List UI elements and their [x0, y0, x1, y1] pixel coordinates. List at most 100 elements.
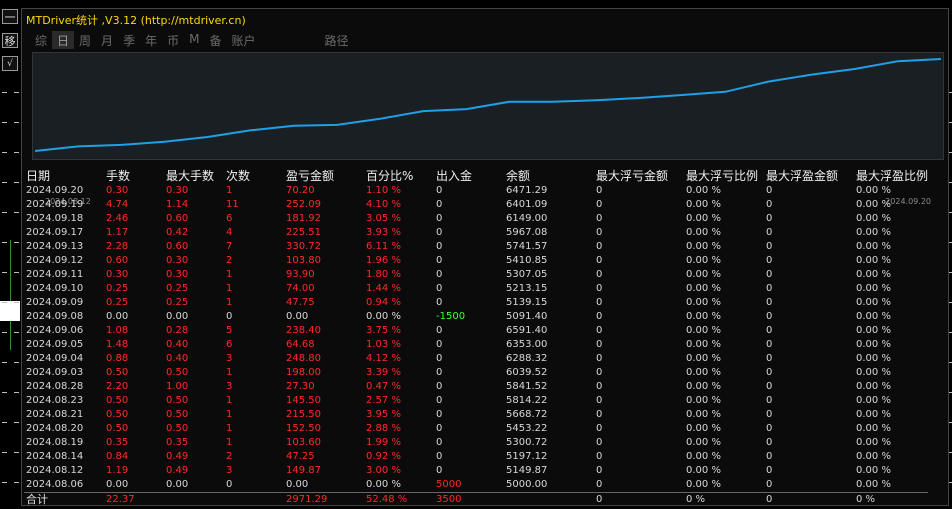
col-header[interactable]: 盈亏金额 — [284, 167, 364, 184]
table-cell: 6471.29 — [506, 185, 548, 196]
table-cell: 70.20 — [286, 185, 315, 196]
table-cell: 5453.22 — [506, 423, 548, 434]
tab-symbol[interactable]: 币 — [162, 31, 184, 49]
tab-month[interactable]: 月 — [96, 31, 118, 49]
tab-magic[interactable]: M — [184, 31, 204, 49]
table-row[interactable]: 2024.09.03 0.50 0.50 1 198.00 3.39 % 0 6039.52 0… — [24, 366, 928, 380]
table-cell: 0 — [766, 185, 773, 196]
period-toolbar: 综 日 周 月 季 年 币 M 备 账户 路径 — [30, 31, 353, 49]
gutter-tick — [14, 182, 19, 183]
table-cell: 2024.09.03 — [26, 367, 84, 378]
table-cell: 0.00 % — [686, 395, 721, 406]
table-cell: 2.20 — [106, 381, 129, 392]
table-cell: 1.96 % — [366, 255, 401, 266]
table-cell: 0.00 % — [686, 479, 721, 490]
table-row[interactable]: 2024.09.04 0.88 0.40 3 248.80 4.12 % 0 6288.32 0… — [24, 352, 928, 366]
table-cell: 2 — [226, 451, 233, 462]
table-row[interactable]: 2024.08.21 0.50 0.50 1 215.50 3.95 % 0 5668.72 0… — [24, 408, 928, 422]
table-cell: 215.50 — [286, 409, 321, 420]
col-header[interactable]: 余额 — [504, 167, 594, 184]
table-cell: 0 — [766, 451, 773, 462]
gutter-tick — [14, 92, 19, 93]
path-button[interactable]: 路径 — [321, 31, 353, 49]
table-cell: 0 — [436, 423, 443, 434]
tab-quarter[interactable]: 季 — [118, 31, 140, 49]
table-cell: 0.00 — [166, 479, 189, 490]
table-cell: 1.03 % — [366, 339, 401, 350]
tab-day[interactable]: 日 — [52, 31, 75, 49]
col-header[interactable]: 次数 — [224, 167, 284, 184]
table-cell: 0.00 % — [366, 311, 401, 322]
table-row[interactable]: 2024.08.28 2.20 1.00 3 27.30 0.47 % 0 5841.52 0 0… — [24, 380, 928, 394]
col-header[interactable]: 最大手数 — [164, 167, 224, 184]
table-row[interactable]: 2024.08.12 1.19 0.49 3 149.87 3.00 % 0 5149.87 0… — [24, 464, 928, 478]
gutter-tick — [2, 122, 7, 123]
table-row[interactable]: 2024.08.14 0.84 0.49 2 47.25 0.92 % 0 5197.12 0 0… — [24, 450, 928, 464]
table-cell: 0 — [766, 479, 773, 490]
table-cell: 0.00 % — [686, 297, 721, 308]
table-cell: 74.00 — [286, 283, 315, 294]
col-header[interactable]: 最大浮盈金额 — [764, 167, 854, 184]
table-cell: 0.00 % — [686, 353, 721, 364]
table-cell: 0 — [596, 353, 603, 364]
table-cell: 1.17 — [106, 227, 129, 238]
table-row[interactable]: 2024.09.05 1.48 0.40 6 64.68 1.03 % 0 6353.00 0 0… — [24, 338, 928, 352]
table-cell: 0.00 % — [856, 227, 891, 238]
tab-year[interactable]: 年 — [140, 31, 162, 49]
table-row[interactable]: 2024.08.06 0.00 0.00 0 0.00 0.00 % 5000 5000.00… — [24, 478, 928, 493]
tab-overview[interactable]: 综 — [30, 31, 52, 49]
table-cell: 0.25 — [166, 297, 189, 308]
check-button[interactable]: √ — [2, 56, 18, 71]
table-row[interactable]: 2024.09.06 1.08 0.28 5 238.40 3.75 % 0 6591.40 0… — [24, 324, 928, 338]
table-cell: 0.00 % — [856, 437, 891, 448]
table-row[interactable]: 2024.09.11 0.30 0.30 1 93.90 1.80 % 0 5307.05 0 0… — [24, 268, 928, 282]
tab-account[interactable]: 账户 — [226, 31, 260, 49]
table-cell: 0.47 % — [366, 381, 401, 392]
table-row[interactable]: 2024.09.18 2.46 0.60 6 181.92 3.05 % 0 6149.00 0… — [24, 212, 928, 226]
table-cell: 0 — [436, 367, 443, 378]
table-row[interactable]: 2024.08.19 0.35 0.35 1 103.60 1.99 % 0 5300.72 0… — [24, 436, 928, 450]
table-cell: 0 — [596, 381, 603, 392]
col-header[interactable]: 出入金 — [434, 167, 504, 184]
table-cell: 0.00 — [166, 311, 189, 322]
col-header[interactable]: 最大浮亏比例 — [684, 167, 764, 184]
table-cell: 0.00 % — [856, 213, 891, 224]
minimize-button[interactable]: 一 — [2, 9, 18, 24]
table-cell: 5300.72 — [506, 437, 548, 448]
table-row[interactable]: 2024.09.12 0.60 0.30 2 103.80 1.96 % 0 5410.85 0… — [24, 254, 928, 268]
table-row[interactable]: 2024.08.23 0.50 0.50 1 145.50 2.57 % 0 5814.22 0… — [24, 394, 928, 408]
table-row[interactable]: 2024.09.19 4.74 1.14 11 252.09 4.10 % 0 6401.09… — [24, 198, 928, 212]
table-row[interactable]: 2024.09.20 0.30 0.30 1 70.20 1.10 % 0 6471.29 0 0… — [24, 184, 928, 198]
table-row[interactable]: 2024.09.13 2.28 0.60 7 330.72 6.11 % 0 5741.57 0… — [24, 240, 928, 254]
table-cell: 2024.09.04 — [26, 353, 84, 364]
col-header[interactable]: 百分比% — [364, 167, 434, 184]
table-cell: 0 — [596, 409, 603, 420]
table-row[interactable]: 2024.09.08 0.00 0.00 0 0.00 0.00 % -1500 5091.4… — [24, 310, 928, 324]
table-cell: 0 — [596, 241, 603, 252]
table-cell: 0.00 % — [686, 213, 721, 224]
table-row[interactable]: 2024.09.10 0.25 0.25 1 74.00 1.44 % 0 5213.15 0 0… — [24, 282, 928, 296]
table-cell: 2024.09.06 — [26, 325, 84, 336]
col-header[interactable]: 日期 — [24, 167, 104, 184]
gutter-tick — [2, 212, 7, 213]
col-header[interactable]: 最大浮盈比例 — [854, 167, 928, 184]
table-cell: 0 — [596, 339, 603, 350]
col-header[interactable]: 手数 — [104, 167, 164, 184]
tab-note[interactable]: 备 — [204, 31, 226, 49]
col-header[interactable]: 最大浮亏金额 — [594, 167, 684, 184]
table-cell: 0.60 — [166, 241, 189, 252]
table-cell: 0 — [766, 297, 773, 308]
left-gutter: 一 移 √ — [0, 0, 20, 509]
tab-week[interactable]: 周 — [74, 31, 96, 49]
table-cell: 5410.85 — [506, 255, 548, 266]
table-cell: 1 — [226, 395, 233, 406]
table-row[interactable]: 2024.09.09 0.25 0.25 1 47.75 0.94 % 0 5139.15 0 0… — [24, 296, 928, 310]
table-cell: 0 — [436, 381, 443, 392]
table-cell: 6 — [226, 339, 233, 350]
table-cell: 0 — [436, 451, 443, 462]
table-cell: 4.10 % — [366, 199, 401, 210]
move-button[interactable]: 移 — [2, 33, 18, 48]
table-cell: 0.00 % — [856, 255, 891, 266]
table-row[interactable]: 2024.08.20 0.50 0.50 1 152.50 2.88 % 0 5453.22 0… — [24, 422, 928, 436]
table-row[interactable]: 2024.09.17 1.17 0.42 4 225.51 3.93 % 0 5967.08 0… — [24, 226, 928, 240]
